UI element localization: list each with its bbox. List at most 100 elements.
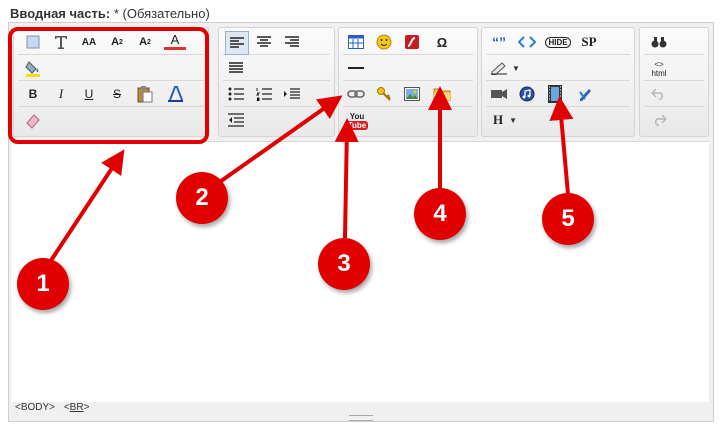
indent-icon (284, 88, 300, 99)
film-icon[interactable] (544, 83, 566, 105)
smiley-icon (376, 34, 392, 50)
anchor-key-icon[interactable] (373, 83, 395, 105)
toolbar-group-formatting: AA A2 A2 A B I U S (13, 27, 209, 137)
heading-label: H (492, 112, 504, 127)
youtube-tube: Tube (345, 121, 369, 130)
anchor-key-icon (377, 87, 391, 101)
element-path-bar: <BODY> <BR> (11, 402, 713, 414)
toolbar-group-insert: Ω You Tube (338, 27, 478, 137)
align-center-icon[interactable] (253, 31, 275, 53)
align-justify-icon[interactable] (225, 57, 247, 79)
table-icon (348, 35, 364, 49)
redo-icon[interactable] (648, 109, 670, 131)
paste-icon (137, 86, 153, 103)
align-right-icon (285, 36, 299, 47)
film-icon (548, 85, 562, 103)
callout-1: 1 (17, 258, 69, 310)
superscript-index: 2 (147, 38, 151, 46)
undo-icon[interactable] (648, 83, 670, 105)
eraser-icon (26, 114, 40, 129)
path-body-tag[interactable]: <BODY> (15, 402, 55, 413)
subscript-letter: A (111, 36, 120, 48)
link-icon (347, 90, 365, 98)
toolbar-group-media: “” HIDE SP ▼ H ▼ (481, 27, 635, 137)
highlight-dropdown[interactable]: ▼ (488, 57, 522, 79)
smiley-icon[interactable] (373, 31, 395, 53)
font-size-button[interactable]: AA (78, 31, 100, 53)
audio-icon[interactable] (516, 83, 538, 105)
video-camera-icon[interactable] (488, 83, 510, 105)
file-manager-folder-icon[interactable] (431, 83, 453, 105)
indent-icon[interactable] (281, 83, 303, 105)
eraser-icon[interactable] (22, 109, 44, 131)
dropdown-arrow-icon: ▼ (512, 63, 520, 73)
toolbar-row (18, 108, 204, 132)
html-code-brackets: <> (654, 60, 664, 69)
font-family-icon (55, 36, 67, 49)
font-family-icon[interactable] (50, 31, 72, 53)
spoiler-button[interactable]: SP (578, 31, 600, 53)
align-left-icon[interactable] (225, 31, 249, 55)
path-br-tag[interactable]: <BR> (64, 402, 90, 413)
bullet-list-icon[interactable] (225, 83, 247, 105)
hide-button[interactable]: HIDE (544, 31, 572, 53)
undo-icon (651, 88, 664, 100)
callout-4: 4 (414, 188, 466, 240)
required-note: (Обязательно) (122, 6, 210, 21)
paste-icon[interactable] (134, 83, 156, 105)
field-label-text: Вводная часть: (10, 6, 111, 21)
edit-style-icon[interactable] (574, 83, 596, 105)
code-icon[interactable] (516, 31, 538, 53)
font-color-button[interactable]: A (164, 31, 186, 50)
binoculars-icon (651, 37, 667, 48)
horizontal-rule-icon[interactable] (345, 57, 367, 79)
align-justify-icon (229, 62, 243, 73)
path-br-tag-name: BR (69, 402, 84, 413)
toolbar-row (18, 56, 204, 81)
callout-5: 5 (542, 193, 594, 245)
rich-text-editor: AA A2 A2 A B I U S Ω You Tube “” HIDE SP… (8, 22, 714, 422)
bold-button[interactable]: B (22, 83, 44, 105)
outdent-icon[interactable] (225, 109, 247, 131)
italic-button[interactable]: I (50, 83, 72, 105)
underline-button[interactable]: U (78, 83, 100, 105)
heading-dropdown[interactable]: H ▼ (488, 109, 522, 131)
subscript-index: 2 (119, 38, 123, 46)
redo-icon (654, 114, 667, 126)
youtube-you: You (349, 112, 365, 121)
horizontal-rule-icon (348, 67, 364, 69)
table-icon[interactable] (345, 31, 367, 53)
pencil-icon (491, 62, 508, 75)
field-label: Вводная часть: * (Обязательно) (10, 6, 210, 21)
code-icon (518, 36, 536, 48)
strikethrough-button[interactable]: S (106, 83, 128, 105)
hide-label: HIDE (545, 36, 571, 48)
numbered-list-icon[interactable] (253, 83, 275, 105)
video-camera-icon (491, 89, 507, 99)
special-char-button[interactable]: Ω (431, 31, 453, 53)
flash-icon (405, 35, 419, 49)
numbered-list-icon (256, 88, 272, 101)
html-source-button[interactable]: <> html (648, 56, 670, 82)
dropdown-arrow-icon: ▼ (509, 115, 518, 125)
bullet-list-icon (228, 87, 244, 101)
background-box-icon[interactable] (22, 31, 44, 53)
align-left-icon (230, 37, 244, 48)
edit-style-icon (579, 89, 591, 101)
align-right-icon[interactable] (281, 31, 303, 53)
image-icon[interactable] (401, 83, 423, 105)
quote-button[interactable]: “” (488, 31, 510, 53)
background-box-icon (26, 35, 40, 49)
superscript-button[interactable]: A2 (134, 31, 156, 53)
subscript-button[interactable]: A2 (106, 31, 128, 53)
youtube-button[interactable]: You Tube (345, 108, 369, 134)
fill-color-icon[interactable] (22, 57, 44, 79)
align-center-icon (257, 36, 271, 47)
flash-icon[interactable] (401, 31, 423, 53)
link-icon[interactable] (345, 83, 367, 105)
callout-3: 3 (318, 238, 370, 290)
paste-word-icon[interactable] (164, 83, 186, 105)
binoculars-icon[interactable] (648, 31, 670, 53)
fill-color-icon (25, 61, 40, 77)
resize-handle[interactable] (349, 415, 373, 421)
